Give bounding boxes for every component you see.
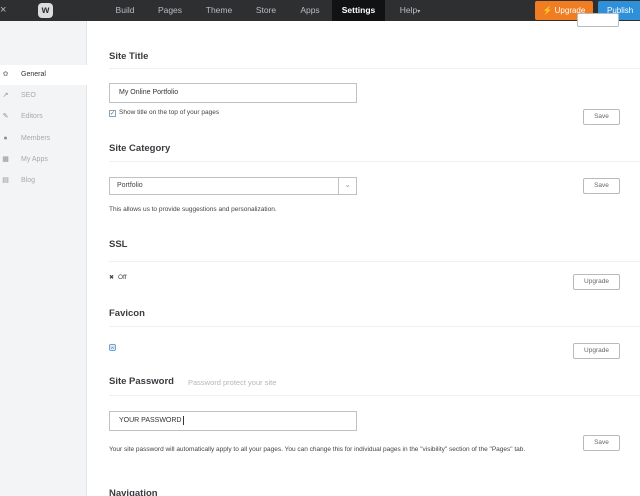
site-password-input[interactable]: YOUR PASSWORD	[109, 411, 357, 431]
sidebar-item-label: Members	[21, 135, 51, 142]
favicon-icon: W	[109, 344, 116, 351]
sidebar-item-editors[interactable]: ✎ Editors	[0, 107, 87, 127]
site-category-select[interactable]: Portfolio ⌄	[109, 177, 357, 195]
nav-apps[interactable]: Apps	[292, 0, 328, 21]
section-divider	[109, 161, 640, 162]
chevron-down-icon: ▾	[417, 9, 421, 15]
sidebar-item-label: Editors	[21, 113, 43, 120]
site-password-heading: Site Password	[109, 376, 174, 387]
ssl-upgrade-button[interactable]: Upgrade	[573, 274, 620, 290]
sidebar-item-label: General	[21, 71, 46, 78]
sidebar-item-seo[interactable]: ↗ SEO	[0, 86, 87, 106]
site-title-input[interactable]: My Online Portfolio	[109, 83, 357, 103]
show-title-label: Show title on the top of your pages	[119, 109, 220, 116]
sidebar-item-label: My Apps	[21, 156, 48, 163]
close-icon[interactable]: ×	[0, 3, 8, 17]
site-title-heading: Site Title	[109, 51, 149, 62]
settings-sidebar: ✿ General ↗ SEO ✎ Editors ● Members ▦ My…	[0, 21, 87, 496]
lightning-icon: ⚡	[542, 6, 553, 15]
off-x-icon: ✖	[109, 275, 115, 281]
scrolled-button-remnant[interactable]	[577, 13, 619, 27]
sidebar-item-blog[interactable]: ▤ Blog	[0, 171, 87, 191]
weebly-logo-icon[interactable]: w	[38, 3, 53, 18]
section-divider	[109, 395, 640, 396]
nav-store[interactable]: Store	[247, 0, 285, 21]
site-category-save-button[interactable]: Save	[583, 178, 620, 194]
ssl-heading: SSL	[109, 239, 128, 250]
site-category-heading: Site Category	[109, 143, 171, 154]
nav-theme[interactable]: Theme	[198, 0, 240, 21]
nav-pages[interactable]: Pages	[150, 0, 190, 21]
nav-help[interactable]: Help▾	[391, 0, 429, 21]
ssl-status: Off	[118, 274, 127, 281]
sidebar-item-members[interactable]: ● Members	[0, 129, 87, 149]
site-category-value: Portfolio	[117, 182, 143, 189]
show-title-checkbox[interactable]: ✓	[109, 110, 116, 117]
nav-settings[interactable]: Settings	[332, 0, 385, 21]
sidebar-item-label: Blog	[21, 177, 36, 184]
site-password-help-text: Your site password will automatically ap…	[109, 446, 526, 453]
sidebar-item-general[interactable]: ✿ General	[0, 65, 87, 85]
site-password-save-button[interactable]: Save	[583, 435, 620, 451]
site-password-value: YOUR PASSWORD	[119, 417, 182, 424]
gear-icon: ✿	[2, 71, 9, 78]
nav-help-label: Help	[399, 5, 418, 15]
sidebar-item-my-apps[interactable]: ▦ My Apps	[0, 150, 87, 170]
section-divider	[109, 261, 640, 262]
section-divider	[109, 68, 640, 69]
grid-icon: ▦	[2, 156, 9, 163]
favicon-upgrade-button[interactable]: Upgrade	[573, 343, 620, 359]
section-divider	[109, 326, 640, 327]
text-cursor	[182, 415, 184, 425]
person-icon: ●	[3, 135, 8, 142]
sidebar-item-label: SEO	[21, 92, 36, 99]
site-title-save-button[interactable]: Save	[583, 109, 620, 125]
navigation-heading: Navigation	[109, 488, 158, 496]
chat-icon: ▤	[2, 177, 9, 184]
favicon-heading: Favicon	[109, 308, 145, 319]
top-navigation-bar: × w Build Pages Theme Store Apps Setting…	[0, 0, 640, 21]
pencil-icon: ✎	[2, 113, 9, 120]
settings-content: Site Title My Online Portfolio ✓ Show ti…	[88, 13, 640, 496]
nav-build[interactable]: Build	[106, 0, 144, 21]
site-password-subtitle: Password protect your site	[188, 378, 277, 387]
site-category-help-text: This allows us to provide suggestions an…	[109, 206, 277, 213]
trend-icon: ↗	[2, 92, 9, 99]
chevron-down-icon[interactable]: ⌄	[338, 178, 356, 194]
